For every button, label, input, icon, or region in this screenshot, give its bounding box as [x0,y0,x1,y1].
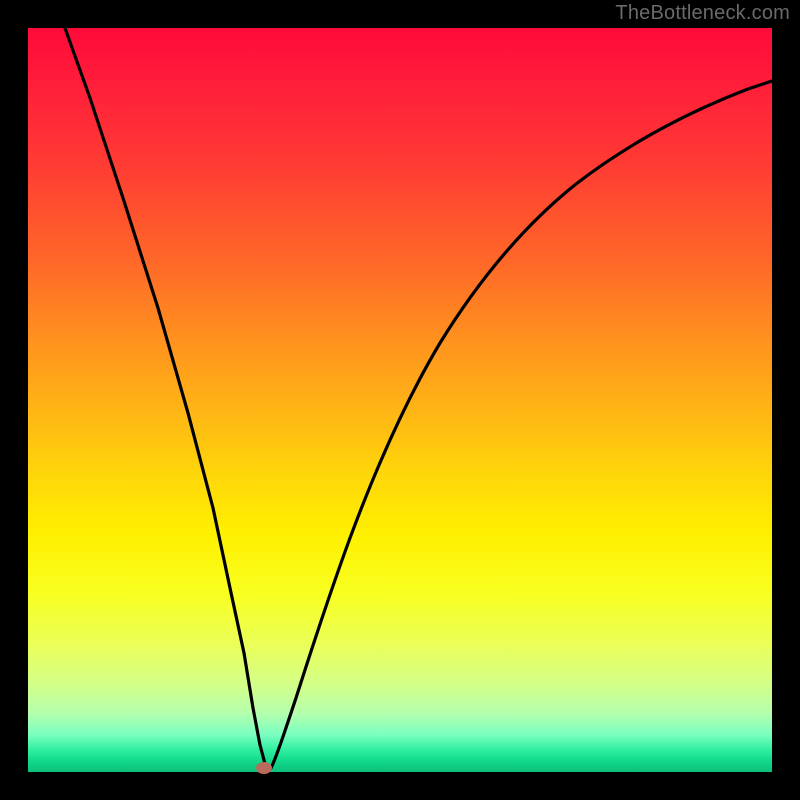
chart-container: TheBottleneck.com [0,0,800,800]
curve-layer [28,28,772,772]
valley-marker [256,762,272,774]
plot-area [28,28,772,772]
watermark-text: TheBottleneck.com [615,2,790,25]
bottleneck-curve [65,28,772,770]
